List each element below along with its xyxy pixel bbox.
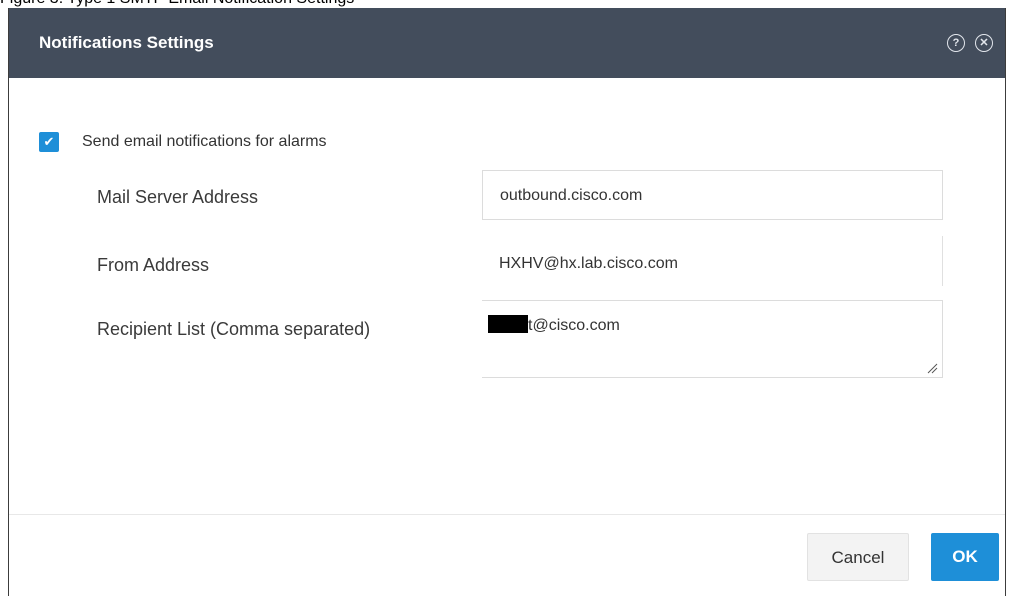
cancel-button[interactable]: Cancel xyxy=(807,533,909,581)
footer-divider xyxy=(9,514,1005,515)
redacted-text xyxy=(488,315,528,333)
dialog-titlebar: Notifications Settings ? ✕ xyxy=(9,8,1005,78)
send-email-checkbox[interactable]: ✔ xyxy=(39,132,59,152)
from-address-input[interactable]: HXHV@hx.lab.cisco.com xyxy=(482,236,943,286)
help-icon[interactable]: ? xyxy=(947,34,965,52)
figure-caption: Figure 3: Type 1 SMTP Email Notification… xyxy=(0,0,1014,8)
send-email-label: Send email notifications for alarms xyxy=(82,133,327,150)
from-address-label: From Address xyxy=(97,255,210,275)
recipient-list-label: Recipient List (Comma separated) xyxy=(97,319,371,339)
mail-server-input[interactable]: outbound.cisco.com xyxy=(482,170,943,220)
recipient-list-textarea[interactable]: t@cisco.com xyxy=(482,300,943,378)
recipient-value: t@cisco.com xyxy=(528,317,620,334)
ok-button[interactable]: OK xyxy=(931,533,999,581)
notifications-settings-dialog: Notifications Settings ? ✕ ✔ Send email … xyxy=(8,8,1006,596)
close-icon[interactable]: ✕ xyxy=(975,34,993,52)
resize-handle-icon[interactable] xyxy=(927,363,938,374)
mail-server-label: Mail Server Address xyxy=(97,187,259,207)
dialog-title: Notifications Settings xyxy=(39,33,214,52)
